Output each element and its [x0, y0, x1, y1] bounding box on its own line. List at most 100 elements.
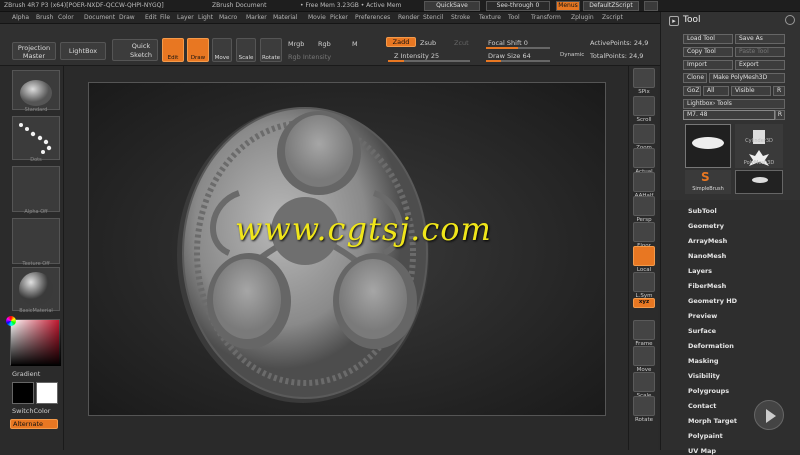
tool-item-contact[interactable]: Contact — [688, 402, 716, 410]
right-move-button[interactable] — [633, 346, 655, 366]
menu-alpha[interactable]: Alpha — [12, 14, 29, 21]
gradient-label[interactable]: Gradient — [12, 370, 40, 378]
main-color-swatch[interactable] — [12, 382, 34, 404]
menu-stroke[interactable]: Stroke — [451, 14, 470, 21]
default-zscript-button[interactable]: DefaultZScript — [583, 1, 639, 11]
export-button[interactable]: Export — [735, 60, 785, 70]
lightbox-button[interactable]: LightBox — [60, 42, 106, 60]
right-actual-button[interactable] — [633, 148, 655, 168]
paste-tool-button[interactable]: Paste Tool — [735, 47, 785, 57]
tool-menu-icon[interactable]: ▸ — [669, 16, 679, 26]
right-floor-button[interactable] — [633, 222, 655, 242]
copy-tool-button[interactable]: Copy Tool — [683, 47, 733, 57]
draw-button[interactable]: Draw — [187, 38, 209, 62]
menu-transform[interactable]: Transform — [531, 14, 561, 21]
document-canvas[interactable] — [88, 82, 606, 416]
r-tool-button[interactable]: R — [775, 110, 785, 120]
simple-brush-thumbnail[interactable]: S SimpleBrush — [685, 170, 731, 194]
tool-item-preview[interactable]: Preview — [688, 312, 717, 320]
draw-size-slider[interactable]: Draw Size 64 — [488, 52, 531, 60]
menu-document[interactable]: Document — [84, 14, 115, 21]
menu-stencil[interactable]: Stencil — [423, 14, 443, 21]
see-through-slider[interactable]: See-through 0 — [486, 1, 550, 11]
rotate-button[interactable]: Rotate — [260, 38, 282, 62]
current-tool-slider[interactable]: M7. 48 — [683, 110, 775, 120]
move-button[interactable]: Move — [212, 38, 232, 62]
z-intensity-slider[interactable]: Z Intensity 25 — [394, 52, 439, 60]
mrgb-toggle[interactable]: Mrgb — [288, 40, 304, 48]
right-frame-button[interactable] — [633, 320, 655, 340]
stroke-thumbnail[interactable] — [12, 116, 60, 160]
menu-texture[interactable]: Texture — [479, 14, 501, 21]
load-tool-button[interactable]: Load Tool — [683, 34, 733, 44]
menu-tool[interactable]: Tool — [508, 14, 520, 21]
m-toggle[interactable]: M — [352, 40, 358, 48]
import-button[interactable]: Import — [683, 60, 733, 70]
menu-macro[interactable]: Macro — [219, 14, 237, 21]
m7-thumbnail[interactable] — [735, 170, 783, 194]
menu-marker[interactable]: Marker — [246, 14, 267, 21]
right-persp-button[interactable] — [633, 196, 655, 216]
color-picker[interactable] — [10, 319, 61, 366]
right-rotate-button[interactable] — [633, 396, 655, 416]
rgb-intensity-slider[interactable]: Rgb Intensity — [288, 53, 331, 61]
texture-thumbnail[interactable] — [12, 218, 60, 264]
menu-picker[interactable]: Picker — [330, 14, 348, 21]
dynamic-toggle[interactable]: Dynamic — [560, 52, 584, 58]
alpha-thumbnail[interactable] — [12, 166, 60, 212]
tool-item-arraymesh[interactable]: ArrayMesh — [688, 237, 727, 245]
menu-file[interactable]: File — [160, 14, 170, 21]
menu-zscript[interactable]: Zscript — [602, 14, 623, 21]
tool-item-polygroups[interactable]: Polygroups — [688, 387, 729, 395]
scale-button[interactable]: Scale — [236, 38, 256, 62]
right-zoom-button[interactable] — [633, 124, 655, 144]
menu-movie[interactable]: Movie — [308, 14, 326, 21]
tool-item-masking[interactable]: Masking — [688, 357, 719, 365]
z-intensity-track[interactable] — [388, 60, 470, 62]
menu-layer[interactable]: Layer — [177, 14, 194, 21]
menu-edit[interactable]: Edit — [145, 14, 157, 21]
clone-button[interactable]: Clone — [683, 73, 707, 83]
brush-thumbnail[interactable] — [12, 70, 60, 110]
tool-item-polypaint[interactable]: Polypaint — [688, 432, 723, 440]
save-as-button[interactable]: Save As — [735, 34, 785, 44]
quicksave-button[interactable]: QuickSave — [424, 1, 480, 11]
tool-item-uv-map[interactable]: UV Map — [688, 447, 716, 455]
tool-item-surface[interactable]: Surface — [688, 327, 716, 335]
menu-color[interactable]: Color — [58, 14, 74, 21]
goz-button[interactable]: GoZ — [683, 86, 701, 96]
alternate-button[interactable]: Alternate — [10, 419, 58, 429]
menu-draw[interactable]: Draw — [119, 14, 135, 21]
cylinder-tool-thumbnail[interactable]: Cylinder3D PolyMesh3D — [735, 124, 783, 168]
color-wheel-icon[interactable] — [6, 316, 16, 326]
current-tool-thumbnail[interactable] — [685, 124, 731, 168]
sculpt-model[interactable] — [89, 83, 607, 417]
menu-render[interactable]: Render — [398, 14, 419, 21]
tool-item-layers[interactable]: Layers — [688, 267, 712, 275]
tool-item-geometry-hd[interactable]: Geometry HD — [688, 297, 737, 305]
tool-item-subtool[interactable]: SubTool — [688, 207, 717, 215]
tool-item-morph-target[interactable]: Morph Target — [688, 417, 737, 425]
right-scale-button[interactable] — [633, 372, 655, 392]
tool-item-nanomesh[interactable]: NanoMesh — [688, 252, 726, 260]
secondary-color-swatch[interactable] — [36, 382, 58, 404]
focal-shift-slider[interactable]: Focal Shift 0 — [488, 39, 528, 47]
right-aahalf-button[interactable] — [633, 172, 655, 192]
visible-button[interactable]: Visible — [731, 86, 771, 96]
tool-item-geometry[interactable]: Geometry — [688, 222, 724, 230]
menu-zplugin[interactable]: Zplugin — [571, 14, 594, 21]
right-lsym-button[interactable] — [633, 272, 655, 292]
menu-material[interactable]: Material — [273, 14, 297, 21]
lightbox-tools-button[interactable]: Lightbox› Tools — [683, 99, 785, 109]
menu-light[interactable]: Light — [198, 14, 213, 21]
menu-preferences[interactable]: Preferences — [355, 14, 390, 21]
tool-item-deformation[interactable]: Deformation — [688, 342, 734, 350]
zadd-toggle[interactable]: Zadd — [386, 37, 416, 47]
play-button[interactable] — [754, 400, 784, 430]
quick-sketch-button[interactable]: Quick Sketch — [112, 39, 158, 61]
palette-pin-icon[interactable] — [785, 15, 795, 25]
r-button[interactable]: R — [773, 86, 785, 96]
zcut-toggle[interactable]: Zcut — [454, 39, 469, 47]
projection-master-button[interactable]: Projection Master — [12, 42, 56, 60]
menus-button[interactable]: Menus — [556, 1, 580, 11]
